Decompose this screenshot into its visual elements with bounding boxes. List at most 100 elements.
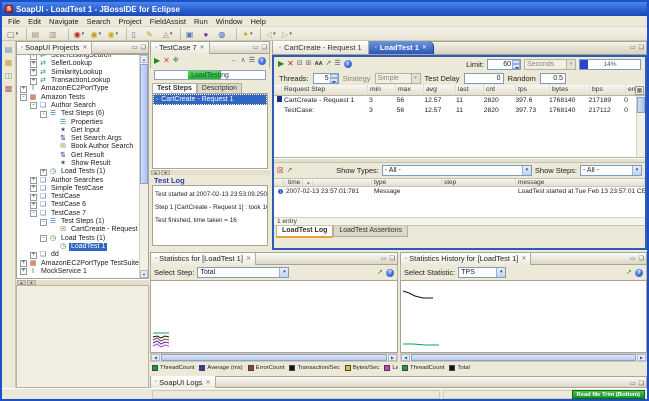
export-log-icon[interactable]: ➚ xyxy=(287,166,293,176)
toolbar-button[interactable]: ◬ xyxy=(161,28,177,40)
tab-soapui-logs[interactable]: ▫ SoapUI Logs ✕ xyxy=(151,376,216,388)
spin-down-icon[interactable] xyxy=(330,78,338,83)
scroll-thumb[interactable] xyxy=(637,97,645,113)
toolbar-button[interactable]: ▯ xyxy=(126,28,144,40)
tree-vertical-scrollbar[interactable]: ▲ ▼ xyxy=(139,55,148,278)
maximize-icon[interactable]: ❏ xyxy=(390,255,395,262)
col-message[interactable]: message xyxy=(516,179,645,186)
dropdown-icon[interactable]: ▾ xyxy=(522,166,531,175)
menu-item[interactable]: Navigate xyxy=(45,16,83,27)
dropdown-arrow-icon[interactable] xyxy=(250,22,255,40)
toolbar-button[interactable]: ▥ xyxy=(47,28,65,40)
close-icon[interactable]: ✕ xyxy=(200,44,205,51)
maximize-icon[interactable]: ❏ xyxy=(639,44,644,51)
maximize-icon[interactable]: ❏ xyxy=(262,44,267,51)
col-step[interactable]: step xyxy=(442,179,516,186)
clear-log-icon[interactable]: ☒ xyxy=(277,166,284,176)
col-last[interactable]: last xyxy=(456,85,484,95)
tab-cartcreate-request[interactable]: ▫ CartCreate - Request 1 xyxy=(273,41,369,54)
expander-icon[interactable]: + xyxy=(30,54,37,60)
tree-item[interactable]: + ❏ Simple TestCase xyxy=(18,185,139,193)
tree-item[interactable]: ⇅ Set Search Args xyxy=(18,135,139,143)
toolbar-button[interactable]: ◁ xyxy=(260,28,280,40)
scroll-thumb[interactable] xyxy=(161,354,387,361)
tree-item[interactable]: + ◷ Load Tests (1) xyxy=(18,168,139,176)
tree-item[interactable]: - ☰ Test Steps (6) xyxy=(18,110,139,118)
tree-item[interactable]: + Ⅰ MockService 1 xyxy=(18,268,139,276)
dropdown-icon[interactable]: ▾ xyxy=(279,268,288,277)
toolbar-button[interactable]: ▢ xyxy=(5,28,23,40)
help-icon[interactable]: ? xyxy=(386,269,394,277)
tree-item[interactable]: + ❏ TestCase 6 xyxy=(18,201,139,209)
sash-up-icon[interactable]: ▲ xyxy=(151,170,160,175)
minimize-icon[interactable]: ▭ xyxy=(630,44,636,51)
tree-item[interactable]: ◷ LoadTest 1 xyxy=(18,243,139,251)
tab-loadtest-log[interactable]: LoadTest Log xyxy=(276,226,333,238)
tree-item[interactable]: + ❏ Author Searches xyxy=(18,176,139,184)
cancel-loadtest-icon[interactable]: ✕ xyxy=(287,59,294,69)
tree-item[interactable]: + ▦ AmazonEC2PortType TestSuite xyxy=(18,259,139,267)
log-row[interactable]: i 2007-02-13 23:57:01:781 Message LoadTe… xyxy=(274,187,645,196)
tree-item[interactable]: + ❏ TestCase xyxy=(18,193,139,201)
collapse-all-icon[interactable]: ∧ xyxy=(241,56,246,66)
expander-icon[interactable]: + xyxy=(30,202,37,209)
dropdown-arrow-icon[interactable] xyxy=(170,22,175,40)
tree-item[interactable]: - ❏ Author Search xyxy=(18,102,139,110)
menu-item[interactable]: FieldAssist xyxy=(146,16,190,27)
expander-icon[interactable]: - xyxy=(40,235,47,242)
tab-statistics-history[interactable]: ▫ Statistics History for [LoadTest 1] ✕ xyxy=(401,253,531,265)
tab-statistics[interactable]: ▫ Statistics for [LoadTest 1] ✕ xyxy=(151,253,256,265)
expand-icon[interactable]: ⊞ xyxy=(306,59,312,69)
select-step-combo[interactable]: Total ▾ xyxy=(197,267,289,278)
restore-icon[interactable]: ❏ xyxy=(639,380,644,387)
limit-unit-select[interactable]: Seconds ▾ xyxy=(524,59,576,70)
toolbar-button[interactable]: ▤ xyxy=(26,28,48,40)
expander-icon[interactable]: + xyxy=(30,177,37,184)
tree-item[interactable]: - ◷ Load Tests (1) xyxy=(18,235,139,243)
col-request-step[interactable]: Request Step xyxy=(282,85,368,95)
dropdown-arrow-icon[interactable] xyxy=(289,22,294,40)
menu-item[interactable]: Run xyxy=(190,16,212,27)
scroll-right-icon[interactable]: ▶ xyxy=(388,354,397,361)
assertions-icon[interactable]: AA xyxy=(315,59,323,69)
toolbar-button[interactable]: ● xyxy=(201,28,216,40)
minimize-icon[interactable]: ▭ xyxy=(630,380,636,387)
toolbar-button[interactable]: ◍ xyxy=(216,28,233,40)
form-view-icon[interactable]: ◫ xyxy=(5,71,13,80)
table-row[interactable]: CartCreate - Request 1 3 56 12.57 11 282… xyxy=(274,96,636,106)
run-from-step-icon[interactable]: ← xyxy=(231,56,238,66)
tree-item[interactable]: + Ⅰ AmazonEC2PortType xyxy=(18,85,139,93)
expander-icon[interactable]: - xyxy=(20,94,27,101)
toolbar-button[interactable]: ▣ xyxy=(180,28,202,40)
menu-item[interactable]: File xyxy=(4,16,24,27)
spin-down-icon[interactable] xyxy=(512,64,520,69)
limit-spinner[interactable]: 60 xyxy=(487,59,521,70)
select-statistic-combo[interactable]: TPS ▾ xyxy=(458,267,506,278)
show-types-select[interactable]: - All - ▾ xyxy=(382,165,532,176)
toolbar-button[interactable]: ◉ xyxy=(68,28,89,40)
close-icon[interactable]: ✕ xyxy=(246,255,251,262)
expander-icon[interactable]: - xyxy=(30,210,37,217)
col-bps[interactable]: bps xyxy=(590,85,626,95)
col-type[interactable]: type xyxy=(372,179,442,186)
testcase-sash[interactable]: ▲ ▼ xyxy=(150,169,270,175)
scroll-left-icon[interactable]: ◀ xyxy=(151,354,160,361)
outline-view-icon[interactable]: ▩ xyxy=(5,84,13,93)
dropdown-arrow-icon[interactable] xyxy=(82,22,87,40)
toolbar-button[interactable]: ✎ xyxy=(144,28,161,40)
tree-item[interactable]: - ☰ Test Steps (1) xyxy=(18,218,139,226)
dropdown-icon[interactable]: ▾ xyxy=(411,74,420,83)
scroll-thumb[interactable] xyxy=(140,64,148,184)
table-row[interactable]: TestCase: 3 56 12.57 11 2820 397.73 1768… xyxy=(274,106,636,116)
tree-item[interactable]: + ⇄ SimilarityLookup xyxy=(18,69,139,77)
export-icon[interactable]: ➚ xyxy=(626,268,632,278)
expander-icon[interactable]: + xyxy=(20,268,27,275)
tree-item[interactable]: ✶ Get Input xyxy=(18,127,139,135)
scroll-right-icon[interactable]: ▶ xyxy=(637,354,646,361)
dropdown-arrow-icon[interactable] xyxy=(99,22,104,40)
random-field[interactable]: 0.5 xyxy=(540,73,566,84)
expander-icon[interactable]: - xyxy=(40,219,47,226)
tree-item[interactable]: ⇅ Get Result xyxy=(18,152,139,160)
tree-item[interactable]: ☰ Properties xyxy=(18,118,139,126)
minimize-icon[interactable]: ▭ xyxy=(381,255,387,262)
